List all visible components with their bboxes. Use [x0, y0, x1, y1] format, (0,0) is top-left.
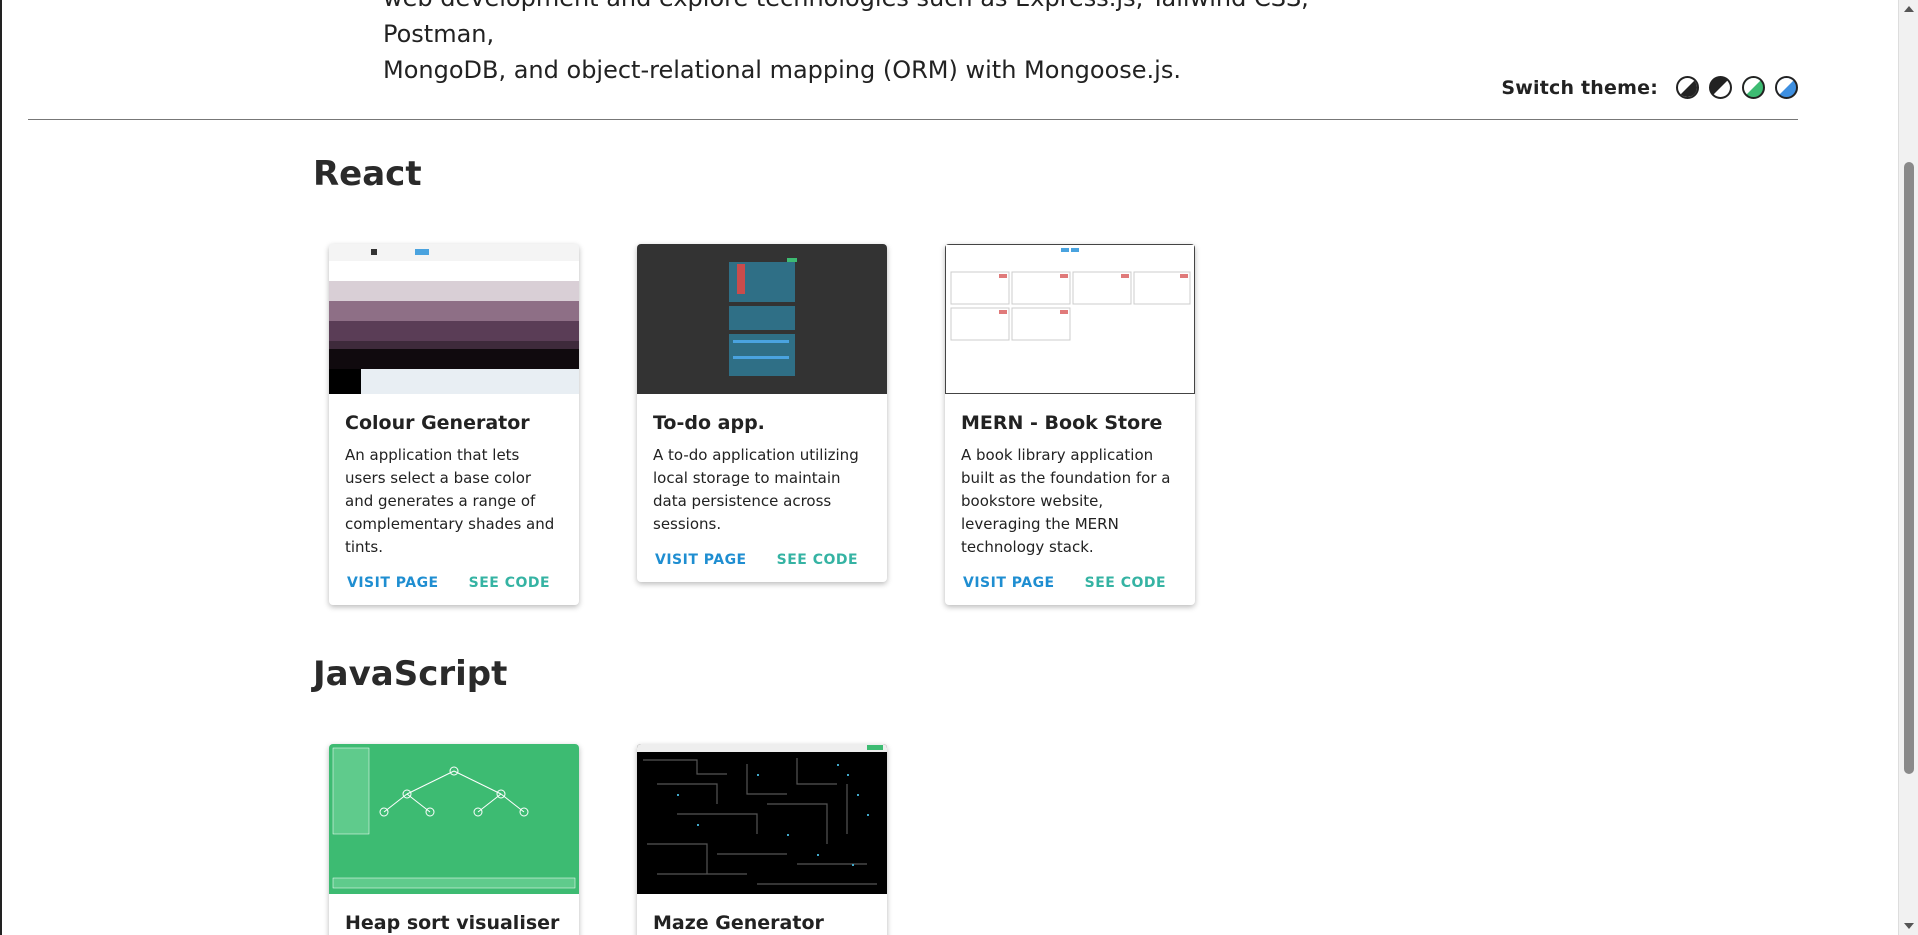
card-title: Maze Generator [653, 912, 824, 934]
theme-dark-button[interactable] [1709, 76, 1732, 99]
see-code-button[interactable]: SEE CODE [469, 575, 550, 591]
visit-page-button[interactable]: VISIT PAGE [963, 575, 1055, 591]
card-title: MERN - Book Store [961, 412, 1163, 434]
visit-page-button[interactable]: VISIT PAGE [347, 575, 439, 591]
mern-book-store-thumbnail[interactable] [945, 244, 1195, 394]
card-title: Colour Generator [345, 412, 530, 434]
theme-light-button[interactable] [1676, 76, 1699, 99]
scroll-down-icon[interactable] [1904, 923, 1914, 929]
scrollbar-thumb[interactable] [1904, 162, 1914, 774]
vertical-scrollbar[interactable] [1898, 0, 1918, 935]
todo-app-thumbnail[interactable] [637, 244, 887, 394]
card-title: Heap sort visualiser [345, 912, 560, 934]
section-title-javascript: JavaScript [313, 654, 508, 694]
theme-switcher: Switch theme: [1501, 76, 1798, 99]
theme-switch-label: Switch theme: [1501, 76, 1658, 99]
maze-generator-thumbnail[interactable] [637, 744, 887, 894]
visit-page-button[interactable]: VISIT PAGE [655, 552, 747, 568]
project-card-todo-app: To-do app. A to-do application utilizing… [637, 244, 887, 582]
browser-viewport: web development and explore technologies… [0, 0, 1918, 935]
intro-paragraph: web development and explore technologies… [383, 0, 1383, 88]
scroll-up-icon[interactable] [1904, 6, 1914, 12]
section-title-react: React [313, 154, 422, 194]
intro-line-1: web development and explore technologies… [383, 0, 1309, 48]
card-description: A to-do application utilizing local stor… [653, 446, 859, 533]
colour-generator-thumbnail[interactable] [329, 244, 579, 394]
heap-sort-thumbnail[interactable] [329, 744, 579, 894]
project-card-maze-generator: Maze Generator [637, 744, 887, 935]
see-code-button[interactable]: SEE CODE [777, 552, 858, 568]
intro-line-2: MongoDB, and object-relational mapping (… [383, 56, 1181, 84]
see-code-button[interactable]: SEE CODE [1085, 575, 1166, 591]
card-description: A book library application built as the … [961, 446, 1171, 556]
card-title: To-do app. [653, 412, 765, 434]
theme-blue-button[interactable] [1775, 76, 1798, 99]
theme-green-button[interactable] [1742, 76, 1765, 99]
project-card-heap-sort: Heap sort visualiser [329, 744, 579, 935]
header-divider [28, 119, 1798, 120]
project-card-mern-book-store: MERN - Book Store A book library applica… [945, 244, 1195, 605]
project-card-colour-generator: Colour Generator An application that let… [329, 244, 579, 605]
portfolio-page: web development and explore technologies… [2, 0, 1900, 935]
card-description: An application that lets users select a … [345, 446, 555, 556]
